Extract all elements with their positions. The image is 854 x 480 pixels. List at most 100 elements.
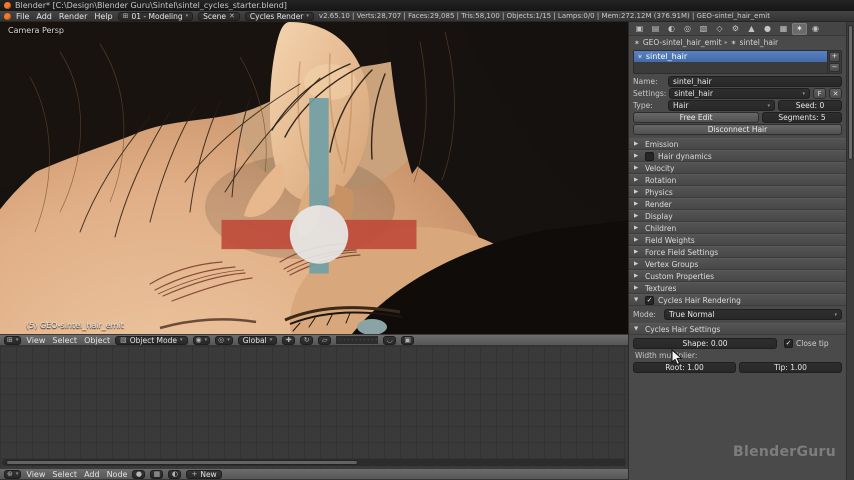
disconnect-row: Disconnect Hair (633, 124, 842, 135)
cycles-hair-rendering-checkbox[interactable]: ✓ (645, 295, 654, 305)
panel-cycles-hair-settings[interactable]: ▼ Cycles Hair Settings (629, 323, 846, 335)
mode-dropdown[interactable]: ▧ Object Mode ▾ (115, 335, 188, 345)
panel-hair-dynamics[interactable]: ▶ ✓ Hair dynamics (629, 150, 846, 162)
panel-velocity[interactable]: ▶ Velocity (629, 162, 846, 174)
render-opengl-button[interactable]: ▣ (401, 335, 415, 345)
panel-list: ▶ Emission ▶ ✓ Hair dynamics ▶ Velocity (629, 138, 846, 294)
vp-menu-select[interactable]: Select (52, 336, 77, 345)
tip-slider[interactable]: Tip: 1.00 (739, 362, 842, 373)
tab-render[interactable]: ▣ (632, 23, 647, 35)
expand-arrow-icon: ▶ (634, 165, 639, 171)
render-engine-dropdown[interactable]: Cycles Render ▾ (244, 11, 314, 21)
camera-icon: ▣ (404, 336, 412, 344)
node-menu-view[interactable]: View (26, 470, 45, 479)
screen-layout-dropdown[interactable]: ⊞ 01 - Modeling ▾ (117, 11, 194, 21)
panel-field-weights[interactable]: ▶ Field Weights (629, 234, 846, 246)
add-particle-system-button[interactable]: + (829, 52, 840, 62)
unlink-settings-button[interactable]: ✕ (829, 88, 842, 99)
compositing-tree-type-button[interactable]: ◐ (168, 469, 182, 479)
settings-datablock-dropdown[interactable]: sintel_hair ▾ (669, 88, 810, 99)
tab-particles[interactable]: ✶ (792, 22, 807, 35)
scrollbar-thumb[interactable] (848, 25, 853, 160)
list-side-buttons: + − (827, 51, 841, 73)
vp-menu-view[interactable]: View (26, 336, 45, 345)
scene-close-icon[interactable]: ✕ (229, 12, 235, 20)
tab-modifiers[interactable]: ⚙ (728, 23, 743, 35)
manipulator-rotate-button[interactable]: ↻ (300, 335, 314, 345)
tab-icon: ▲ (748, 24, 755, 33)
tab-scene[interactable]: ◐ (664, 23, 679, 35)
tab-object[interactable]: ▧ (696, 23, 711, 35)
panel-checkbox[interactable]: ✓ (645, 151, 654, 161)
seed-field[interactable]: Seed: 0 (778, 100, 842, 111)
free-edit-button[interactable]: Free Edit (633, 112, 759, 123)
tab-constraints[interactable]: ◇ (712, 23, 727, 35)
menu-help[interactable]: Help (94, 12, 112, 21)
disconnect-hair-button[interactable]: Disconnect Hair (633, 124, 842, 135)
tab-object-data[interactable]: ▲ (744, 23, 759, 35)
particles-icon: ✶ (730, 38, 737, 47)
tab-physics[interactable]: ◉ (808, 23, 823, 35)
node-editor-canvas[interactable] (0, 346, 628, 468)
vp-menu-object[interactable]: Object (84, 336, 110, 345)
snap-toggle[interactable]: ◡ (383, 335, 397, 345)
panel-textures[interactable]: ▶ Textures (629, 282, 846, 294)
node-editor-hscrollbar[interactable] (2, 459, 626, 466)
panel-physics[interactable]: ▶ Physics (629, 186, 846, 198)
panel-force-field-settings[interactable]: ▶ Force Field Settings (629, 246, 846, 258)
name-value: sintel_hair (673, 77, 712, 86)
checkmark-icon: ✓ (785, 339, 792, 347)
list-item[interactable]: ✶ sintel_hair (634, 51, 827, 62)
pivot-dropdown[interactable]: ◎ ▾ (215, 335, 233, 345)
panel-cycles-hair-rendering[interactable]: ▼ ✓ Cycles Hair Rendering (629, 294, 846, 306)
panel-display[interactable]: ▶ Display (629, 210, 846, 222)
remove-particle-system-button[interactable]: − (829, 62, 840, 72)
node-menu-node[interactable]: Node (107, 470, 128, 479)
menu-render[interactable]: Render (59, 12, 87, 21)
editor-type-button[interactable]: ⊛ ▾ (4, 469, 22, 479)
segments-slider[interactable]: Segments: 5 (762, 112, 842, 123)
settings-value: sintel_hair (674, 89, 713, 98)
manipulator-translate-button[interactable]: ✚ (282, 335, 296, 345)
menu-add[interactable]: Add (36, 12, 52, 21)
panel-render[interactable]: ▶ Render (629, 198, 846, 210)
root-slider[interactable]: Root: 1.00 (633, 362, 736, 373)
blender-menu-icon[interactable] (4, 12, 11, 20)
new-material-button[interactable]: + New (186, 469, 222, 479)
panel-custom-properties[interactable]: ▶ Custom Properties (629, 270, 846, 282)
name-label: Name: (633, 77, 658, 86)
chevron-down-icon: ▾ (227, 337, 230, 343)
shape-slider[interactable]: Shape: 0.00 (633, 338, 777, 349)
fake-user-button[interactable]: F (813, 88, 826, 99)
panel-rotation[interactable]: ▶ Rotation (629, 174, 846, 186)
hair-mode-dropdown[interactable]: True Normal ▾ (664, 309, 842, 320)
panel-vertex-groups[interactable]: ▶ Vertex Groups (629, 258, 846, 270)
type-dropdown[interactable]: Hair ▾ (668, 100, 775, 111)
manipulator-scale-button[interactable]: ▱ (318, 335, 332, 345)
tab-render-layers[interactable]: ▤ (648, 23, 663, 35)
name-input[interactable]: sintel_hair (668, 76, 842, 87)
close-tip-checkbox[interactable]: ✓ (784, 339, 793, 348)
scene-dropdown[interactable]: Scene ✕ (198, 11, 240, 21)
node-editor-icon: ⊛ (7, 470, 13, 478)
shading-dropdown[interactable]: ◉ ▾ (192, 335, 211, 345)
layer-buttons[interactable] (336, 336, 379, 344)
texture-tree-type-button[interactable]: ▦ (150, 469, 164, 479)
node-menu-add[interactable]: Add (84, 470, 100, 479)
editor-type-button[interactable]: ⊞ ▾ (4, 335, 22, 345)
3d-viewport[interactable]: Camera Persp (5) GEO-sintel_hair_emit (0, 22, 628, 334)
menu-file[interactable]: File (16, 12, 29, 21)
shader-tree-type-button[interactable]: ● (132, 469, 146, 479)
panel-children[interactable]: ▶ Children (629, 222, 846, 234)
breadcrumb-particle-system[interactable]: sintel_hair (739, 38, 778, 47)
breadcrumb-object[interactable]: GEO-sintel_hair_emit (643, 38, 722, 47)
node-menu-select[interactable]: Select (52, 470, 77, 479)
orientation-dropdown[interactable]: Global ▾ (237, 335, 278, 345)
tab-texture[interactable]: ▦ (776, 23, 791, 35)
window-title: Blender* [C:\Design\Blender Guru\Sintel\… (15, 1, 287, 10)
properties-scrollbar[interactable] (846, 22, 854, 480)
hscrollbar-thumb[interactable] (6, 460, 358, 465)
tab-world[interactable]: ◎ (680, 23, 695, 35)
panel-emission[interactable]: ▶ Emission (629, 138, 846, 150)
tab-material[interactable]: ● (760, 23, 775, 35)
